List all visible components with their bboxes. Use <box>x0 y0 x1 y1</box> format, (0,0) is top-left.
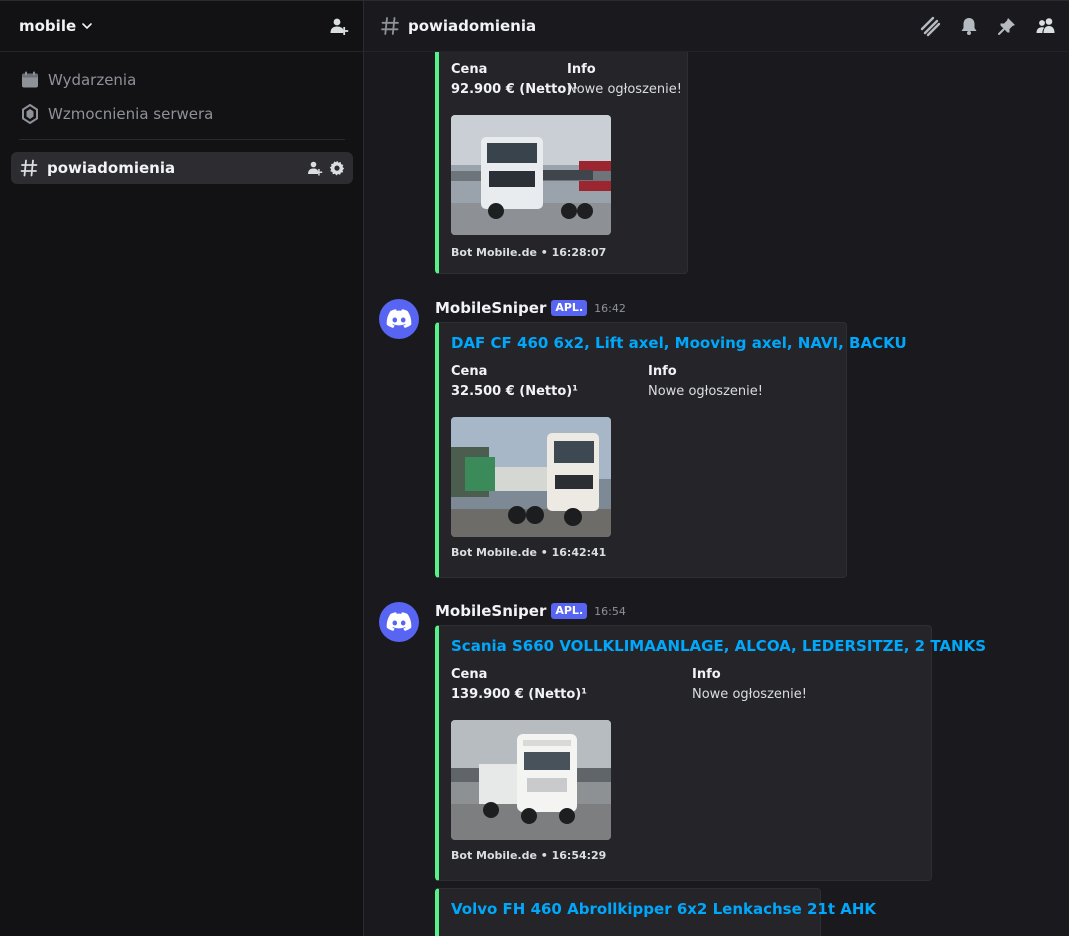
chat-area: powiadomienia Cena 92.900 € (Netto)¹ Inf… <box>364 0 1069 936</box>
hashtag-icon <box>380 16 400 36</box>
info-field-label: Info <box>567 62 596 77</box>
create-invite-icon[interactable] <box>307 160 323 176</box>
server-name[interactable]: mobile <box>19 17 76 35</box>
info-field-value: Nowe ogłoszenie! <box>567 82 682 97</box>
embed-card: Scania S660 VOLLKLIMAANLAGE, ALCOA, LEDE… <box>435 625 986 881</box>
boost-icon <box>20 104 40 124</box>
info-field-value: Nowe ogłoszenie! <box>692 687 807 702</box>
sidebar-item-events[interactable]: Wydarzenia <box>11 63 352 97</box>
app-badge: APL. <box>551 603 588 619</box>
avatar[interactable] <box>379 299 419 339</box>
channel-sidebar: mobile Wydarzenia Wzmocnienia serwera po… <box>0 0 364 936</box>
info-field-value: Nowe ogłoszenie! <box>648 384 763 399</box>
sidebar-item-server-boosts[interactable]: Wzmocnienia serwera <box>11 97 352 131</box>
sidebar-item-label: Wzmocnienia serwera <box>48 105 214 123</box>
chevron-down-icon[interactable] <box>81 20 93 32</box>
embed-card: Cena 92.900 € (Netto)¹ Info Nowe ogłosze… <box>435 52 688 274</box>
gear-icon[interactable] <box>329 160 345 176</box>
threads-icon[interactable] <box>919 15 941 37</box>
truck-image-daf[interactable] <box>451 417 611 537</box>
channel-name: powiadomienia <box>47 159 176 177</box>
avatar[interactable] <box>379 602 419 642</box>
price-field-value: 139.900 € (Netto)¹ <box>451 687 587 702</box>
message-header: MobileSniper APL. 16:54 <box>435 602 626 620</box>
truck-image-volvo[interactable] <box>451 115 611 235</box>
message-timestamp[interactable]: 16:42 <box>594 302 626 315</box>
sidebar-item-label: Wydarzenia <box>48 71 137 89</box>
message-header: MobileSniper APL. 16:42 <box>435 299 626 317</box>
member-list-icon[interactable] <box>1035 16 1057 36</box>
embed-footer: Bot Mobile.de • 16:28:07 <box>451 246 607 259</box>
app-badge: APL. <box>551 300 588 316</box>
embed-footer: Bot Mobile.de • 16:42:41 <box>451 546 607 559</box>
pin-icon[interactable] <box>997 16 1017 36</box>
info-field-label: Info <box>692 667 721 682</box>
author-name[interactable]: MobileSniper <box>435 299 546 317</box>
message-list: Cena 92.900 € (Netto)¹ Info Nowe ogłosze… <box>364 52 1069 936</box>
price-field-label: Cena <box>451 667 488 682</box>
embed-footer: Bot Mobile.de • 16:54:29 <box>451 849 607 862</box>
bell-icon[interactable] <box>959 16 979 36</box>
price-field-value: 92.900 € (Netto)¹ <box>451 82 578 97</box>
page-title: powiadomienia <box>408 17 537 35</box>
calendar-icon <box>20 70 40 90</box>
server-header[interactable]: mobile <box>0 1 363 52</box>
discord-logo-icon <box>386 612 412 631</box>
discord-logo-icon <box>386 309 412 328</box>
message-timestamp[interactable]: 16:54 <box>594 605 626 618</box>
channel-item-powiadomienia[interactable]: powiadomienia <box>11 152 353 184</box>
embed-title-link[interactable]: Volvo FH 460 Abrollkipper 6x2 Lenkachse … <box>451 900 876 918</box>
price-field-label: Cena <box>451 364 488 379</box>
embed-card: Volvo FH 460 Abrollkipper 6x2 Lenkachse … <box>435 888 876 936</box>
price-field-label: Cena <box>451 62 488 77</box>
embed-title-link[interactable]: DAF CF 460 6x2, Lift axel, Mooving axel,… <box>451 334 907 352</box>
hashtag-icon <box>20 159 40 177</box>
embed-title-link[interactable]: Scania S660 VOLLKLIMAANLAGE, ALCOA, LEDE… <box>451 637 986 655</box>
author-name[interactable]: MobileSniper <box>435 602 546 620</box>
invite-people-icon[interactable] <box>329 16 349 36</box>
truck-image-scania[interactable] <box>451 720 611 840</box>
channel-header: powiadomienia <box>364 1 1069 52</box>
embed-card: DAF CF 460 6x2, Lift axel, Mooving axel,… <box>435 322 907 578</box>
price-field-value: 32.500 € (Netto)¹ <box>451 384 578 399</box>
sidebar-divider <box>19 139 345 140</box>
info-field-label: Info <box>648 364 677 379</box>
